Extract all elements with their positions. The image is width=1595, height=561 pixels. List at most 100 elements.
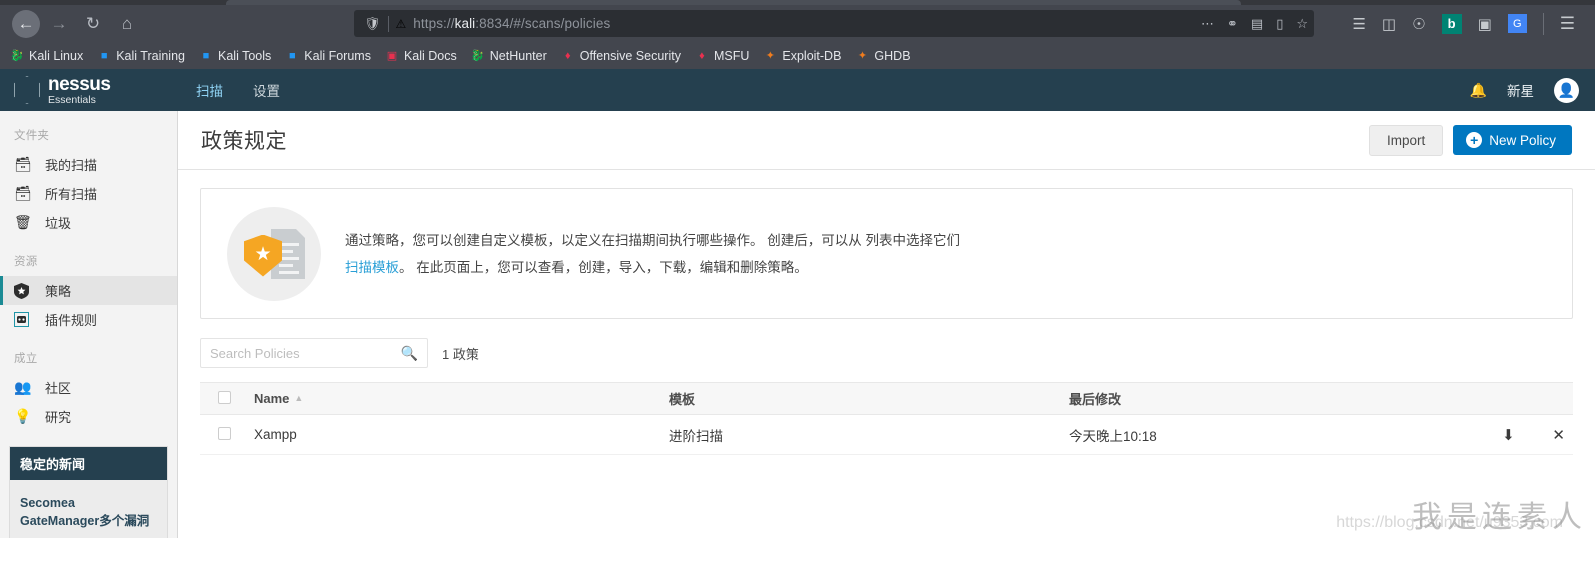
translate-icon[interactable]: ▤ <box>1251 16 1263 32</box>
page-title: 政策规定 <box>201 130 287 153</box>
info-panel-text: 通过策略，您可以创建自定义模板，以定义在扫描期间执行哪些操作。 创建后，可以从 … <box>345 227 960 281</box>
bookmark-label: MSFU <box>713 48 750 63</box>
column-header-modified[interactable]: 最后修改 <box>1061 382 1307 415</box>
news-panel: 稳定的新闻 Secomea GateManager多个漏洞 <box>9 445 168 538</box>
home-icon[interactable]: ⌂ <box>112 9 142 39</box>
translator-icon[interactable]: ▣ <box>1478 15 1492 33</box>
table-row[interactable]: Xampp 进阶扫描 今天晚上10:18 ⬇ ✕ <box>200 414 1573 455</box>
nessus-application: nessus Essentials 扫描 设置 🔔 新星 👤 文件夹 🗃 我的扫… <box>0 69 1595 538</box>
bookmark-label: GHDB <box>874 48 911 63</box>
logo-edition: Essentials <box>48 93 96 106</box>
plugin-icon <box>14 312 36 327</box>
bookmark-kali-tools[interactable]: ■ Kali Tools <box>199 48 272 63</box>
kali-dragon-icon: 🐉 <box>10 50 24 62</box>
insecure-warning-icon[interactable]: ⚠ <box>389 18 414 30</box>
download-icon[interactable]: ⬇ <box>1502 427 1515 444</box>
column-header-name[interactable]: Name ▲ <box>246 382 661 415</box>
policy-count-label: 1 政策 <box>442 346 479 362</box>
google-translate-icon[interactable]: G <box>1507 14 1527 33</box>
bookmark-ghdb[interactable]: ✦ GHDB <box>855 48 911 63</box>
app-body: 文件夹 🗃 我的扫描 🗃 所有扫描 🗑 垃圾 资源 策略 插件规则 成立 👥 社… <box>0 111 1595 538</box>
bookmark-label: Kali Training <box>116 48 185 63</box>
sidebar-item-trash[interactable]: 🗑 垃圾 <box>0 208 177 237</box>
sidebar-item-community[interactable]: 👥 社区 <box>0 373 177 402</box>
kali-forums-icon: ■ <box>288 49 296 62</box>
search-policies-box[interactable]: 🔍 <box>200 338 428 368</box>
back-arrow-icon[interactable]: ← <box>12 9 40 38</box>
sidebar-group-founded-label: 成立 <box>14 353 38 365</box>
tracking-shield-icon[interactable]: 🛡 <box>360 16 388 32</box>
bookmark-label: Kali Tools <box>218 48 272 63</box>
bing-icon[interactable]: b <box>1441 13 1462 34</box>
sidebar-item-research[interactable]: 💡 研究 <box>0 402 177 431</box>
forward-arrow-icon[interactable]: → <box>44 9 74 39</box>
research-bulb-icon: 💡 <box>14 408 32 424</box>
address-bar[interactable]: 🛡 ⚠ https://kali:8834/#/scans/policies ⋯… <box>354 10 1314 37</box>
browser-chrome: ← → ↻ ⌂ 🛡 ⚠ https://kali:8834/#/scans/po… <box>0 0 1595 69</box>
reload-icon[interactable]: ↻ <box>78 9 108 39</box>
select-all-checkbox[interactable] <box>218 390 231 404</box>
bookmark-msfu[interactable]: ♦ MSFU <box>695 49 749 63</box>
header-right: 🔔 新星 👤 <box>1470 77 1595 103</box>
scan-templates-link[interactable]: 扫描模板 <box>345 260 399 275</box>
bookmark-kali-forums[interactable]: ■ Kali Forums <box>285 49 371 63</box>
menu-icon[interactable]: ☰ <box>1560 14 1575 34</box>
folder-icon: 🗃 <box>14 156 32 172</box>
sidebar-item-policies[interactable]: 策略 <box>0 276 177 305</box>
bookmark-kali-docs[interactable]: ▣ Kali Docs <box>385 49 457 63</box>
browser-navigation-bar: ← → ↻ ⌂ 🛡 ⚠ https://kali:8834/#/scans/po… <box>0 5 1595 42</box>
column-header-template[interactable]: 模板 <box>661 382 1061 415</box>
document-lines <box>279 242 299 278</box>
search-input[interactable] <box>210 345 401 361</box>
reader-icon[interactable]: ▯ <box>1276 16 1283 32</box>
policies-table: Name ▲ 模板 最后修改 Xampp 进阶扫描 今天晚上10:18 ⬇ ✕ <box>200 382 1573 455</box>
bookmark-star-icon[interactable]: ☆ <box>1296 16 1308 32</box>
bookmark-kali-linux[interactable]: 🐉 Kali Linux <box>10 49 83 63</box>
plus-circle-icon: + <box>1466 132 1483 148</box>
column-header-actions <box>1306 382 1573 415</box>
toolbar-separator <box>1542 12 1544 35</box>
notification-bell-icon[interactable]: 🔔 <box>1470 82 1487 99</box>
row-checkbox[interactable] <box>218 426 231 440</box>
sidebar-item-plugin-rules[interactable]: 插件规则 <box>0 305 177 334</box>
shield-star-svg <box>14 282 29 299</box>
bookmark-label: Kali Forums <box>304 48 371 63</box>
sidebar-item-my-scans[interactable]: 🗃 我的扫描 <box>0 150 177 179</box>
new-policy-button[interactable]: + New Policy <box>1453 125 1572 155</box>
sidebar-item-label: 我的扫描 <box>45 158 98 173</box>
main-content: 政策规定 Import + New Policy ★ 通过策略，您可以创建自定义… <box>178 111 1595 538</box>
tab-scans[interactable]: 扫描 <box>196 80 223 100</box>
nessus-logo[interactable]: nessus Essentials <box>14 75 184 106</box>
tab-strip <box>0 0 1595 5</box>
account-icon[interactable]: ☉ <box>1412 15 1425 33</box>
delete-icon[interactable]: ✕ <box>1552 427 1565 444</box>
exploitdb-icon: ✦ <box>765 50 775 62</box>
page-header: 政策规定 Import + New Policy <box>178 111 1595 170</box>
shield-star-icon <box>14 282 36 299</box>
sidebar-item-label: 研究 <box>45 410 72 425</box>
bookmark-label: Exploit-DB <box>782 48 842 63</box>
pocket-icon[interactable]: ⚭ <box>1227 16 1238 32</box>
library-icon[interactable]: ☰ <box>1352 15 1365 33</box>
bookmark-label: Offensive Security <box>579 48 681 63</box>
sidebar-item-all-scans[interactable]: 🗃 所有扫描 <box>0 179 177 208</box>
user-avatar-icon[interactable]: 👤 <box>1554 77 1579 103</box>
tab-settings[interactable]: 设置 <box>253 80 280 100</box>
community-icon: 👥 <box>14 379 32 395</box>
sidebar-group-resources-label: 资源 <box>14 256 38 268</box>
more-options-icon[interactable]: ⋯ <box>1201 16 1214 32</box>
row-name-cell[interactable]: Xampp <box>246 414 661 455</box>
policy-shield-document-icon: ★ <box>227 206 321 301</box>
search-icon[interactable]: 🔍 <box>401 345 418 362</box>
plugin-svg <box>14 312 29 327</box>
sidebar-icon[interactable]: ◫ <box>1382 15 1396 33</box>
active-tab[interactable] <box>226 0 1241 5</box>
import-button[interactable]: Import <box>1368 124 1444 156</box>
news-item[interactable]: Secomea GateManager多个漏洞 <box>20 494 157 530</box>
news-panel-title: 稳定的新闻 <box>10 446 167 480</box>
bookmark-offensive-security[interactable]: ♦ Offensive Security <box>561 49 681 63</box>
bookmark-kali-training[interactable]: ■ Kali Training <box>97 49 185 63</box>
bookmark-exploit-db[interactable]: ✦ Exploit-DB <box>763 48 842 63</box>
bookmark-nethunter[interactable]: 🐉 NetHunter <box>471 49 547 63</box>
user-name-label[interactable]: 新星 <box>1507 80 1534 100</box>
